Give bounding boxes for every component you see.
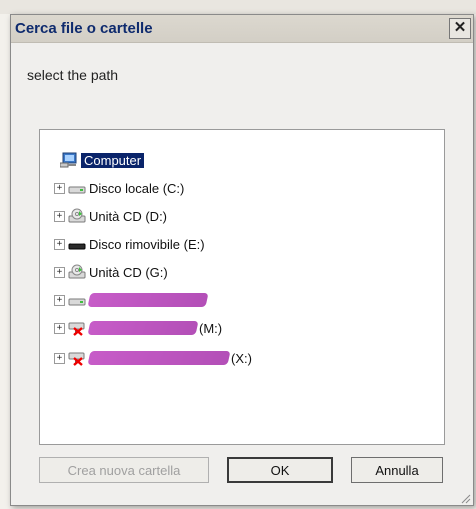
redaction-mark xyxy=(87,321,199,335)
title-bar[interactable]: Cerca file o cartelle ✕ xyxy=(11,15,473,43)
hard-drive-icon xyxy=(68,180,86,196)
disconnected-network-drive-icon xyxy=(68,350,86,366)
close-icon: ✕ xyxy=(453,19,467,36)
hard-drive-icon xyxy=(68,292,86,308)
new-folder-button[interactable]: Crea nuova cartella xyxy=(39,457,209,483)
expand-icon[interactable]: + xyxy=(54,352,65,364)
dialog-title: Cerca file o cartelle xyxy=(15,20,153,37)
expand-icon[interactable]: + xyxy=(54,294,65,306)
ok-button[interactable]: OK xyxy=(227,457,333,483)
resize-grip-icon[interactable] xyxy=(459,491,471,504)
tree-item-label: (M:) xyxy=(199,320,223,336)
tree-item-label: Disco rimovibile (E:) xyxy=(89,236,205,252)
close-button[interactable]: ✕ xyxy=(449,18,471,39)
folder-tree[interactable]: Computer + Disco locale (C:) + Unità CD … xyxy=(39,129,445,445)
tree-item-computer[interactable]: Computer xyxy=(60,150,145,170)
redaction-mark xyxy=(87,293,209,307)
tree-item-label: Unità CD (G:) xyxy=(89,264,168,280)
redaction-mark xyxy=(87,351,231,365)
tree-item-drive-m[interactable]: + (M:) xyxy=(54,318,222,338)
tree-item-drive-g[interactable]: + Unità CD (G:) xyxy=(54,262,168,282)
cancel-button[interactable]: Annulla xyxy=(351,457,443,483)
cd-drive-icon xyxy=(68,264,86,280)
cd-drive-icon xyxy=(68,208,86,224)
removable-drive-icon xyxy=(68,236,86,252)
tree-item-drive-c[interactable]: + Disco locale (C:) xyxy=(54,178,184,198)
expand-icon[interactable]: + xyxy=(54,238,65,250)
expand-icon[interactable]: + xyxy=(54,182,65,194)
expand-icon[interactable]: + xyxy=(54,266,65,278)
disconnected-network-drive-icon xyxy=(68,320,86,336)
tree-item-label: Disco locale (C:) xyxy=(89,180,185,196)
tree-item-drive-redacted[interactable]: + xyxy=(54,290,209,310)
expand-icon[interactable]: + xyxy=(54,210,65,222)
tree-item-label: (X:) xyxy=(231,350,252,366)
tree-item-drive-d[interactable]: + Unità CD (D:) xyxy=(54,206,167,226)
browse-folder-dialog: Cerca file o cartelle ✕ select the path … xyxy=(10,14,474,506)
background-window-strip xyxy=(0,0,476,14)
tree-item-drive-e[interactable]: + Disco rimovibile (E:) xyxy=(54,234,205,254)
tree-item-drive-x[interactable]: + (X:) xyxy=(54,348,252,368)
tree-item-label: Unità CD (D:) xyxy=(89,208,168,224)
tree-item-label: Computer xyxy=(81,152,145,168)
prompt-text: select the path xyxy=(27,67,119,83)
expand-icon[interactable]: + xyxy=(54,322,65,334)
computer-icon xyxy=(60,152,78,168)
